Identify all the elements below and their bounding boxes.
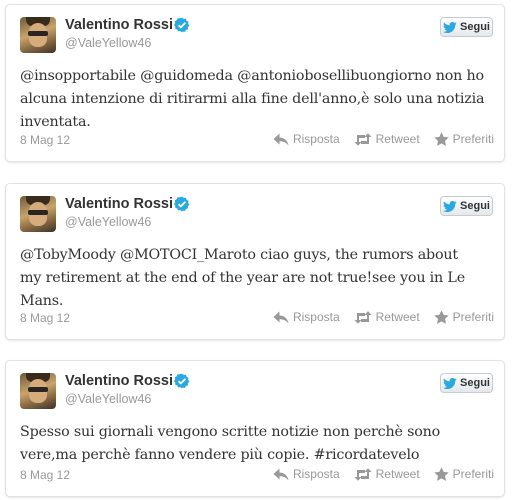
- tweet-text-line: vere,ma perchè fanno vendere più copie. …: [20, 447, 420, 463]
- avatar[interactable]: [20, 17, 56, 53]
- tweet-text-line: @TobyMoody @MOTOCI_Maroto ciao guys, the…: [20, 247, 458, 263]
- reply-arrow-icon: [273, 468, 289, 480]
- retweet-button[interactable]: Retweet: [354, 132, 420, 146]
- tweet-text: @TobyMoody @MOTOCI_Maroto ciao guys, the…: [20, 244, 490, 313]
- reply-arrow-icon: [273, 311, 289, 323]
- avatar[interactable]: [20, 373, 56, 409]
- author-handle[interactable]: @ValeYellow46: [65, 215, 151, 229]
- tweet-text-line: alcuna intenzione di ritirarmi alla fine…: [20, 91, 485, 107]
- tweet-date[interactable]: 8 Mag 12: [20, 133, 70, 147]
- retweet-icon: [354, 132, 372, 146]
- tweet-actions: Risposta Retweet Preferiti: [273, 132, 494, 146]
- tweet-footer: 8 Mag 12 Risposta Retweet Preferiti: [20, 132, 494, 148]
- author-name[interactable]: Valentino Rossi: [65, 17, 173, 33]
- reply-label: Risposta: [292, 310, 340, 324]
- tweet-text-line: inventata.: [20, 114, 91, 130]
- reply-label: Risposta: [292, 467, 340, 481]
- star-icon: [433, 310, 449, 324]
- tweet-actions: Risposta Retweet Preferiti: [273, 310, 494, 324]
- favorite-label: Preferiti: [452, 467, 494, 481]
- reply-label: Risposta: [292, 132, 340, 146]
- retweet-button[interactable]: Retweet: [354, 467, 420, 481]
- reply-button[interactable]: Risposta: [273, 310, 340, 324]
- author-handle[interactable]: @ValeYellow46: [65, 392, 151, 406]
- tweet-date[interactable]: 8 Mag 12: [20, 311, 70, 325]
- reply-arrow-icon: [273, 133, 289, 145]
- tweet-text: Spesso sui giornali vengono scritte noti…: [20, 421, 490, 467]
- follow-label: Segui: [460, 200, 490, 212]
- favorite-button[interactable]: Preferiti: [433, 310, 494, 324]
- twitter-bird-icon: [443, 200, 457, 212]
- tweet-footer: 8 Mag 12 Risposta Retweet Preferiti: [20, 310, 494, 326]
- retweet-label: Retweet: [375, 310, 420, 324]
- favorite-button[interactable]: Preferiti: [433, 467, 494, 481]
- retweet-label: Retweet: [375, 467, 420, 481]
- follow-label: Segui: [460, 21, 490, 33]
- favorite-label: Preferiti: [452, 310, 494, 324]
- author-name[interactable]: Valentino Rossi: [65, 373, 173, 389]
- retweet-button[interactable]: Retweet: [354, 310, 420, 324]
- verified-badge-icon: [174, 196, 190, 212]
- favorite-label: Preferiti: [452, 132, 494, 146]
- star-icon: [433, 467, 449, 481]
- verified-badge-icon: [174, 17, 190, 33]
- tweet-text-line: @insopportabile @guidomeda @antoniobosel…: [20, 68, 484, 84]
- tweet-footer: 8 Mag 12 Risposta Retweet Preferiti: [20, 467, 494, 483]
- twitter-bird-icon: [443, 377, 457, 389]
- tweet-text-line: my retirement at the end of the year are…: [20, 270, 465, 286]
- reply-button[interactable]: Risposta: [273, 132, 340, 146]
- retweet-label: Retweet: [375, 132, 420, 146]
- follow-button[interactable]: Segui: [440, 196, 493, 216]
- avatar[interactable]: [20, 196, 56, 232]
- tweet-text: @insopportabile @guidomeda @antoniobosel…: [20, 65, 490, 134]
- verified-badge-icon: [174, 373, 190, 389]
- twitter-bird-icon: [443, 21, 457, 33]
- follow-label: Segui: [460, 377, 490, 389]
- follow-button[interactable]: Segui: [440, 373, 493, 393]
- tweet-actions: Risposta Retweet Preferiti: [273, 467, 494, 481]
- favorite-button[interactable]: Preferiti: [433, 132, 494, 146]
- star-icon: [433, 132, 449, 146]
- author-handle[interactable]: @ValeYellow46: [65, 36, 151, 50]
- tweet-date[interactable]: 8 Mag 12: [20, 468, 70, 482]
- tweet-text-line: Spesso sui giornali vengono scritte noti…: [20, 424, 441, 440]
- author-name[interactable]: Valentino Rossi: [65, 196, 173, 212]
- tweet-card: Valentino Rossi @ValeYellow46 Segui Spes…: [5, 360, 505, 497]
- tweet-card: Valentino Rossi @ValeYellow46 Segui @ins…: [5, 4, 505, 162]
- retweet-icon: [354, 310, 372, 324]
- follow-button[interactable]: Segui: [440, 17, 493, 37]
- reply-button[interactable]: Risposta: [273, 467, 340, 481]
- tweet-card: Valentino Rossi @ValeYellow46 Segui @Tob…: [5, 183, 505, 340]
- retweet-icon: [354, 467, 372, 481]
